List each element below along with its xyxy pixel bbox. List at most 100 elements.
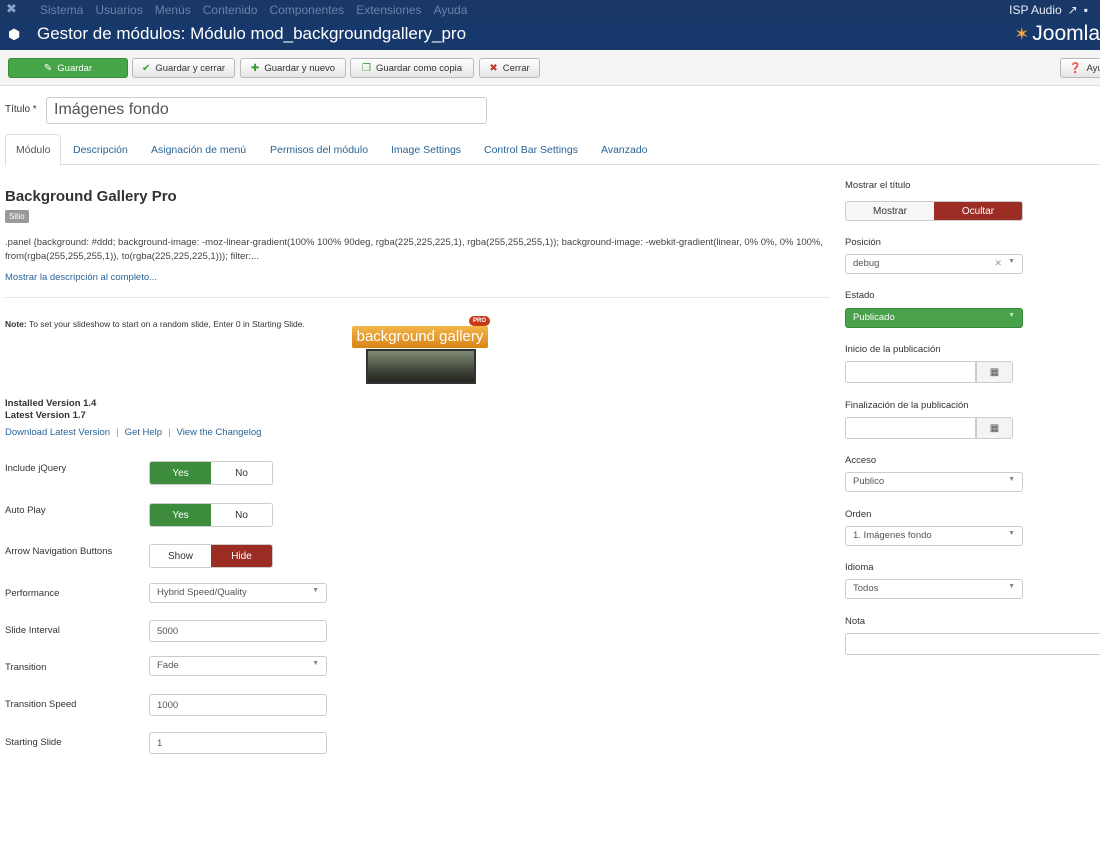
page-title: Gestor de módulos: Módulo mod_background… xyxy=(37,24,467,43)
include-jquery-yes[interactable]: Yes xyxy=(150,462,211,484)
starting-slide-label: Starting Slide xyxy=(5,737,62,748)
tab-bar: Módulo Descripción Asignación de menú Pe… xyxy=(5,134,1100,166)
publish-end-input[interactable] xyxy=(845,417,976,439)
auto-play-yes[interactable]: Yes xyxy=(150,504,211,526)
position-select[interactable]: debug ✕ ▼ xyxy=(845,254,1023,274)
tab-descripcion[interactable]: Descripción xyxy=(63,134,138,165)
separator: | xyxy=(116,427,119,438)
changelog-link[interactable]: View the Changelog xyxy=(177,427,262,438)
menu-item-contenido[interactable]: Contenido xyxy=(203,3,258,17)
publish-start-label: Inicio de la publicación xyxy=(845,344,941,355)
note-input[interactable] xyxy=(845,633,1100,655)
transition-label: Transition xyxy=(5,662,47,673)
save-close-button[interactable]: ✔ Guardar y cerrar xyxy=(132,58,235,78)
include-jquery-no[interactable]: No xyxy=(211,462,272,484)
main-menu: Sistema Usuarios Menús Contenido Compone… xyxy=(40,3,467,17)
access-select[interactable]: Publico ▼ xyxy=(845,472,1023,492)
transition-speed-input[interactable]: 1000 xyxy=(149,694,327,716)
show-title-show[interactable]: Mostrar xyxy=(846,202,934,220)
publish-start-input[interactable] xyxy=(845,361,976,383)
auto-play-toggle: Yes No xyxy=(149,503,273,527)
get-help-link[interactable]: Get Help xyxy=(125,427,163,438)
latest-version: Latest Version 1.7 xyxy=(5,410,86,421)
transition-value: Fade xyxy=(157,660,179,671)
include-jquery-label: Include jQuery xyxy=(5,463,67,474)
copy-icon: ❐ xyxy=(361,62,371,74)
joomla-icon[interactable]: ✖ xyxy=(6,2,20,16)
module-name: Background Gallery Pro xyxy=(5,188,177,205)
module-description: .panel {background: #ddd; background-ima… xyxy=(5,237,824,262)
position-value: debug xyxy=(853,258,880,269)
tab-control-bar-settings[interactable]: Control Bar Settings xyxy=(474,134,588,165)
calendar-icon[interactable]: ▦ xyxy=(976,361,1013,383)
language-select[interactable]: Todos ▼ xyxy=(845,579,1023,599)
save-copy-label: Guardar como copia xyxy=(375,62,463,74)
include-jquery-toggle: Yes No xyxy=(149,461,273,485)
caret-down-icon: ▼ xyxy=(1008,312,1015,319)
access-value: Publico xyxy=(853,476,885,487)
caret-down-icon: ▼ xyxy=(1008,476,1015,483)
tab-image-settings[interactable]: Image Settings xyxy=(381,134,471,165)
background-gallery-logo: background gallery PRO xyxy=(352,316,490,386)
version-info: Installed Version 1.4 Latest Version 1.7 xyxy=(5,398,96,422)
calendar-icon[interactable]: ▦ xyxy=(976,417,1013,439)
publish-end-label: Finalización de la publicación xyxy=(845,400,969,411)
status-value: Publicado xyxy=(853,312,895,323)
status-select[interactable]: Publicado ▼ xyxy=(845,308,1023,328)
transition-select[interactable]: Fade ▼ xyxy=(149,656,327,676)
brand-text: Joomla xyxy=(1032,22,1100,45)
arrow-nav-toggle: Show Hide xyxy=(149,544,273,568)
save-new-label: Guardar y nuevo xyxy=(264,62,336,74)
performance-label: Performance xyxy=(5,588,60,599)
close-button[interactable]: ✖ Cerrar xyxy=(479,58,540,78)
tab-asignacion-menu[interactable]: Asignación de menú xyxy=(141,134,256,165)
help-label: Ayu xyxy=(1086,62,1100,74)
divider xyxy=(5,297,830,298)
position-label: Posición xyxy=(845,237,881,248)
menu-item-menus[interactable]: Menús xyxy=(155,3,191,17)
page-header: ⬢ Gestor de módulos: Módulo mod_backgrou… xyxy=(0,20,1100,50)
save-new-button[interactable]: ✚ Guardar y nuevo xyxy=(240,58,346,78)
slide-interval-input[interactable]: 5000 xyxy=(149,620,327,642)
help-button[interactable]: ❓ Ayu xyxy=(1060,58,1100,78)
save-button-label: Guardar xyxy=(57,62,93,74)
menu-item-usuarios[interactable]: Usuarios xyxy=(95,3,142,17)
menu-item-extensiones[interactable]: Extensiones xyxy=(356,3,421,17)
menu-item-componentes[interactable]: Componentes xyxy=(269,3,344,17)
starting-slide-input[interactable]: 1 xyxy=(149,732,327,754)
tab-permisos[interactable]: Permisos del módulo xyxy=(260,134,378,165)
menu-item-sistema[interactable]: Sistema xyxy=(40,3,83,17)
cube-icon: ⬢ xyxy=(8,26,21,42)
note-label-right: Nota xyxy=(845,616,866,627)
arrow-nav-label: Arrow Navigation Buttons xyxy=(5,546,113,557)
menu-item-ayuda[interactable]: Ayuda xyxy=(434,3,468,17)
performance-select[interactable]: Hybrid Speed/Quality ▼ xyxy=(149,583,327,603)
tab-avanzado[interactable]: Avanzado xyxy=(591,134,658,165)
joomla-brand: ✶ Joomla xyxy=(1014,22,1100,46)
close-label: Cerrar xyxy=(502,62,530,74)
question-icon: ❓ xyxy=(1069,62,1082,74)
toolbar: ✎ Guardar ✔ Guardar y cerrar ✚ Guardar y… xyxy=(0,50,1100,86)
title-input[interactable]: Imágenes fondo xyxy=(46,97,487,124)
clear-icon[interactable]: ✕ xyxy=(994,258,1002,269)
auto-play-no[interactable]: No xyxy=(211,504,272,526)
tab-modulo[interactable]: Módulo xyxy=(5,134,62,166)
download-link[interactable]: Download Latest Version xyxy=(5,427,110,438)
arrow-nav-show[interactable]: Show xyxy=(150,545,211,567)
language-value: Todos xyxy=(853,583,879,594)
save-copy-button[interactable]: ❐ Guardar como copia xyxy=(350,58,474,78)
user-menu-icon[interactable]: ▪ xyxy=(1084,3,1088,17)
site-link[interactable]: ISP Audio xyxy=(1009,3,1062,17)
separator: | xyxy=(168,427,171,438)
slide-interval-label: Slide Interval xyxy=(5,625,60,636)
edit-icon: ✎ xyxy=(43,62,53,74)
logo-banner: background gallery xyxy=(352,326,488,348)
installed-version: Installed Version 1.4 xyxy=(5,398,97,409)
order-select[interactable]: 1. Imágenes fondo ▼ xyxy=(845,526,1023,546)
show-title-hide[interactable]: Ocultar xyxy=(934,202,1022,220)
caret-down-icon: ▼ xyxy=(312,660,319,667)
show-description-link[interactable]: Mostrar la descripción al completo... xyxy=(5,272,157,283)
save-button[interactable]: ✎ Guardar xyxy=(8,58,128,78)
note-label: Note: xyxy=(5,319,27,329)
arrow-nav-hide[interactable]: Hide xyxy=(211,545,272,567)
